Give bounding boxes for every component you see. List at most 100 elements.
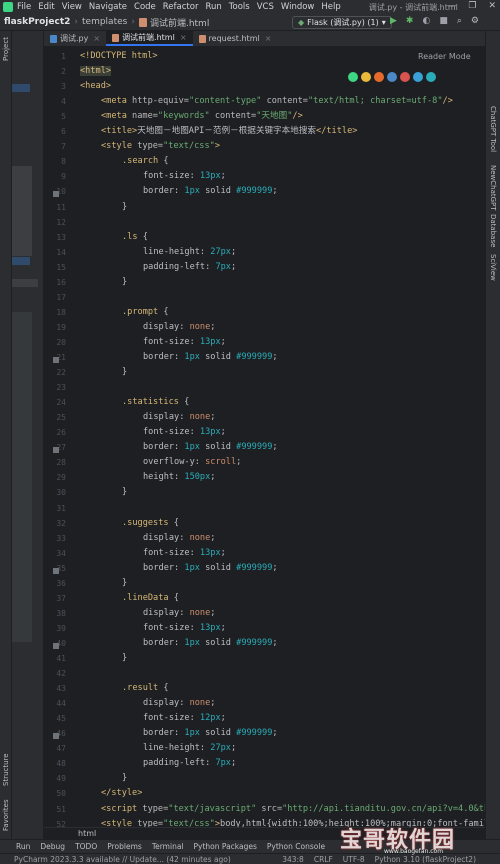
run-icon[interactable]: ▶	[390, 16, 397, 26]
line-number[interactable]: 6	[44, 127, 66, 136]
line-number[interactable]: 43	[44, 684, 66, 693]
code-line[interactable]: font-size: 12px;	[143, 711, 226, 726]
code-line[interactable]: overflow-y: scroll;	[143, 455, 241, 470]
code-area[interactable]: <!DOCTYPE html> <html> <head> <meta http-eq…	[76, 47, 485, 827]
maximize-icon[interactable]: ❐	[468, 1, 476, 11]
tree-item-selected[interactable]	[12, 257, 30, 265]
code-line[interactable]: .ls {	[122, 230, 148, 245]
breadcrumb-folder[interactable]: templates	[82, 17, 127, 27]
tool-window-problems[interactable]: Problems	[107, 842, 142, 851]
close-icon[interactable]: ×	[265, 34, 272, 43]
code-line[interactable]: </style>	[101, 786, 142, 801]
tree-item-group[interactable]	[12, 166, 32, 256]
code-line[interactable]: padding-left: 7px;	[143, 260, 236, 275]
code-line[interactable]: border: 1px solid #999999;	[143, 440, 278, 455]
edge-icon[interactable]	[426, 72, 436, 82]
coverage-icon[interactable]: ◐	[422, 16, 430, 26]
stop-icon[interactable]: ■	[439, 16, 448, 26]
code-line[interactable]: display: none;	[143, 320, 215, 335]
line-number[interactable]: 17	[44, 293, 66, 302]
code-line[interactable]: font-size: 13px;	[143, 335, 226, 350]
line-number[interactable]: 12	[44, 218, 66, 227]
database-tool-button[interactable]: Database	[489, 214, 497, 247]
code-line[interactable]: <script type="text/javascript" src="http…	[101, 802, 485, 817]
tree-item-selected[interactable]	[12, 84, 30, 92]
color-preview-icon[interactable]	[53, 357, 59, 363]
color-preview-icon[interactable]	[53, 733, 59, 740]
code-line[interactable]: <html>	[80, 64, 112, 79]
line-number[interactable]: 49	[44, 774, 66, 783]
run-configuration-select[interactable]: ◆ Flask (调试.py) (1) ▾	[292, 16, 392, 29]
code-line[interactable]: border: 1px solid #999999;	[143, 636, 278, 651]
line-number[interactable]: 3	[44, 82, 66, 91]
tool-window-python-packages[interactable]: Python Packages	[194, 842, 257, 851]
code-line[interactable]: <title>天地图－地图API－范例－根据关键字本地搜索</title>	[101, 124, 357, 139]
menu-item-vcs[interactable]: VCS	[257, 2, 274, 12]
menu-item-file[interactable]: File	[17, 2, 31, 12]
reader-mode-toggle[interactable]: Reader Mode	[418, 52, 471, 61]
tool-window-terminal[interactable]: Terminal	[152, 842, 184, 851]
code-line[interactable]: font-size: 13px;	[143, 425, 226, 440]
line-number[interactable]: 16	[44, 278, 66, 287]
tool-window-python-console[interactable]: Python Console	[267, 842, 325, 851]
line-number[interactable]: 44	[44, 699, 66, 708]
code-line[interactable]: .statistics {	[122, 395, 189, 410]
menu-item-tools[interactable]: Tools	[229, 2, 250, 12]
line-number[interactable]: 47	[44, 744, 66, 753]
debug-icon[interactable]: ✱	[406, 16, 414, 26]
line-separator[interactable]: CRLF	[314, 855, 333, 864]
line-number[interactable]: 22	[44, 368, 66, 377]
code-line[interactable]: display: none;	[143, 410, 215, 425]
status-message[interactable]: PyCharm 2023.3.3 available // Update... …	[14, 855, 231, 864]
tree-item[interactable]	[12, 279, 38, 287]
menu-item-refactor[interactable]: Refactor	[163, 2, 199, 12]
breadcrumb-file[interactable]: 调试前端.html	[150, 16, 209, 29]
line-number[interactable]: 18	[44, 308, 66, 317]
close-icon[interactable]: ×	[180, 33, 187, 42]
code-line[interactable]: }	[122, 275, 127, 290]
code-line[interactable]: <head>	[80, 79, 111, 94]
minimize-icon[interactable]: —	[447, 1, 456, 11]
sciview-tool-button[interactable]: SciView	[489, 254, 497, 281]
code-line[interactable]: }	[122, 651, 127, 666]
code-line[interactable]: }	[122, 365, 127, 380]
close-icon[interactable]: ×	[93, 34, 100, 43]
line-number[interactable]: 8	[44, 157, 66, 166]
code-line[interactable]: border: 1px solid #999999;	[143, 350, 278, 365]
code-line[interactable]: <meta http-equiv="content-type" content=…	[101, 94, 453, 109]
code-line[interactable]: .prompt {	[122, 305, 169, 320]
firefox-icon[interactable]	[374, 72, 384, 82]
code-line[interactable]: padding-left: 7px;	[143, 756, 236, 771]
line-number[interactable]: 1	[44, 52, 66, 61]
color-preview-icon[interactable]	[53, 191, 59, 198]
code-editor[interactable]: 1 2 3 4 5 6 7 8 9 10 11 12 13 14 15 16 17 18 19 20 21 22 23 24 2…	[44, 47, 485, 827]
menu-item-run[interactable]: Run	[205, 2, 221, 12]
code-line[interactable]: }	[122, 771, 127, 786]
line-number[interactable]: 33	[44, 534, 66, 543]
tool-window-run[interactable]: Run	[16, 842, 30, 851]
project-tool-button[interactable]: Project	[2, 37, 10, 61]
line-number[interactable]: 19	[44, 323, 66, 332]
opera-icon[interactable]	[400, 72, 410, 82]
code-line[interactable]: height: 150px;	[143, 470, 215, 485]
line-number[interactable]: 48	[44, 759, 66, 768]
line-number[interactable]: 26	[44, 428, 66, 437]
tab-debug-py[interactable]: 调试.py ×	[44, 31, 106, 46]
code-line[interactable]: display: none;	[143, 606, 215, 621]
code-line[interactable]: line-height: 27px;	[143, 741, 236, 756]
line-number[interactable]: 15	[44, 263, 66, 272]
line-number[interactable]: 29	[44, 473, 66, 482]
color-preview-icon[interactable]	[53, 447, 59, 454]
code-line[interactable]: .lineData {	[122, 591, 179, 606]
chrome-icon[interactable]	[361, 72, 371, 82]
line-number[interactable]: 25	[44, 413, 66, 422]
code-line[interactable]: border: 1px solid #999999;	[143, 726, 278, 741]
line-number[interactable]: 28	[44, 458, 66, 467]
search-icon[interactable]: ⌕	[457, 16, 462, 26]
tab-debug-frontend-html[interactable]: 调试前端.html ×	[106, 31, 193, 46]
code-line[interactable]: }	[122, 485, 127, 500]
line-number[interactable]: 2	[44, 67, 66, 76]
line-number[interactable]: 52	[44, 820, 66, 827]
code-line[interactable]: <!DOCTYPE html>	[80, 49, 158, 64]
line-number[interactable]: 31	[44, 504, 66, 513]
